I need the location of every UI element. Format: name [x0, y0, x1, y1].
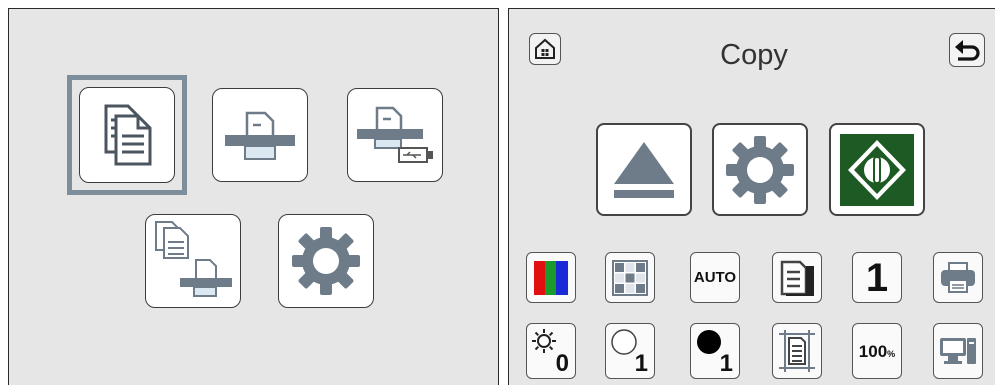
scan-button[interactable] [212, 88, 308, 182]
main-menu-panel [8, 8, 499, 385]
rgb-bars-icon [534, 260, 568, 295]
eject-icon [614, 141, 674, 198]
grid-icon [612, 259, 648, 296]
zoom-button[interactable]: 100% [852, 323, 902, 379]
lightness-value: 1 [634, 350, 648, 377]
copy-button[interactable] [79, 87, 175, 183]
start-button[interactable] [829, 123, 925, 216]
copies-button[interactable]: 1 [852, 252, 902, 303]
darkness-value: 1 [719, 350, 733, 377]
fit-to-page-button[interactable] [772, 323, 822, 379]
color-mode-button[interactable] [526, 252, 576, 303]
zoom-unit: % [887, 348, 896, 359]
home-icon [535, 38, 555, 59]
fit-page-icon [779, 330, 815, 372]
duplex-button[interactable] [772, 252, 822, 303]
pc-icon [940, 338, 976, 364]
eject-button[interactable] [596, 123, 692, 216]
copy-settings-button[interactable] [712, 123, 808, 216]
start-icon [840, 133, 914, 206]
brightness-button[interactable]: 0 [526, 323, 576, 379]
scan-usb-icon [357, 106, 433, 163]
scan-to-usb-button[interactable] [347, 88, 443, 182]
copy-panel: Copy AUTO 1 0 1 1 100 % [508, 8, 995, 385]
brightness-value: 0 [555, 350, 569, 377]
print-button[interactable] [933, 252, 983, 303]
gear-icon [726, 135, 794, 204]
page-duplex-icon [780, 260, 814, 296]
lightness-button[interactable]: 1 [605, 323, 655, 379]
printer-icon [941, 261, 975, 293]
gear-icon [292, 227, 360, 295]
layout-button[interactable] [605, 252, 655, 303]
back-button[interactable] [949, 33, 985, 67]
auto-label: AUTO [693, 269, 737, 286]
screen-title: Copy [720, 39, 788, 71]
home-button[interactable] [529, 33, 561, 65]
copies-value: 1 [865, 255, 889, 300]
copy-scan-button[interactable] [145, 214, 241, 308]
sun-icon [532, 329, 556, 353]
zoom-value: 100 [858, 341, 888, 361]
pc-button[interactable] [933, 323, 983, 379]
copy-scan-icon [155, 221, 232, 297]
back-arrow-icon [955, 40, 980, 61]
scanner-icon [225, 111, 295, 160]
darkness-button[interactable]: 1 [690, 323, 740, 379]
auto-mode-button[interactable]: AUTO [690, 252, 740, 303]
settings-button[interactable] [278, 214, 374, 308]
copy-documents-icon [104, 104, 152, 166]
